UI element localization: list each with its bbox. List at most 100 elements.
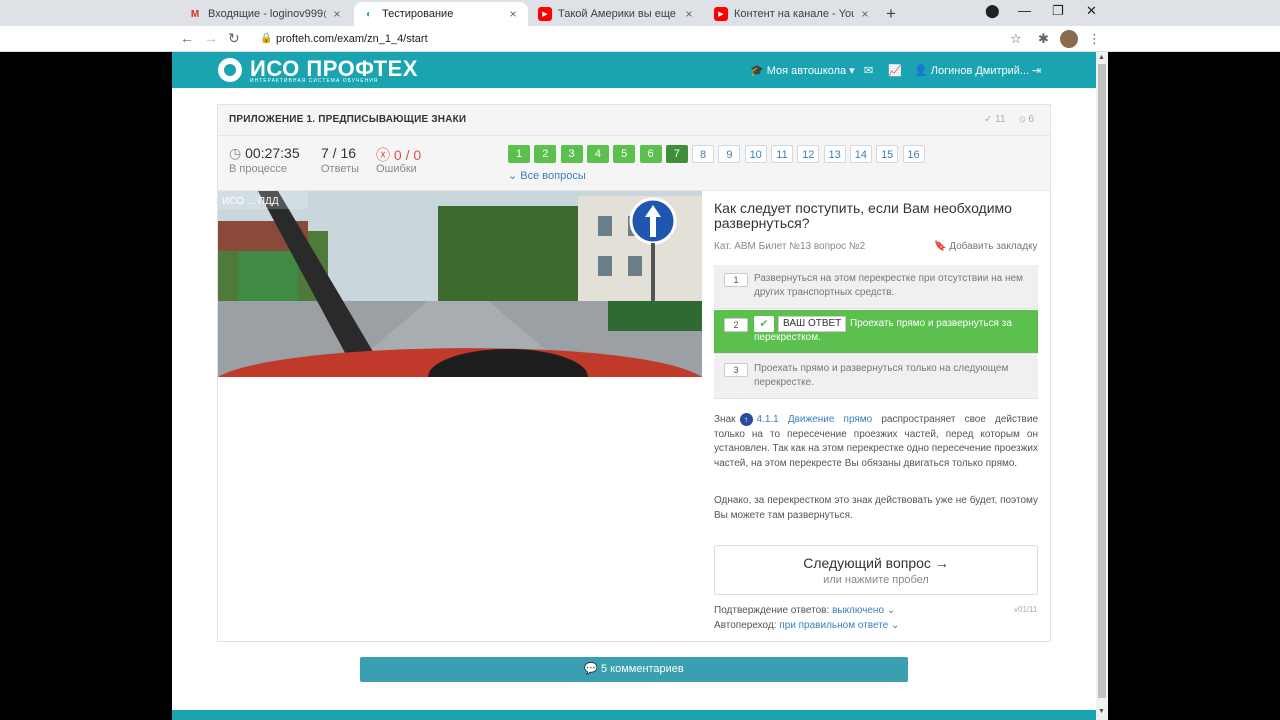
mail-icon[interactable]: ✉ <box>864 64 873 77</box>
site-header: ИСО ПРОФТЕХ ИНТЕРАКТИВНАЯ СИСТЕМА ОБУЧЕН… <box>172 52 1096 88</box>
question-number-3[interactable]: 3 <box>560 145 583 163</box>
confirm-setting: Подтверждение ответов: выключено ⌄ <box>714 605 895 616</box>
close-icon[interactable]: × <box>506 7 520 21</box>
answers-count: 7 / 16 <box>321 145 357 161</box>
url-field[interactable]: 🔒 profteh.com/exam/zn_1_4/start <box>256 30 1032 48</box>
question-number-6[interactable]: 6 <box>639 145 662 163</box>
question-number-2[interactable]: 2 <box>534 145 557 163</box>
back-icon[interactable]: ← <box>180 30 194 46</box>
scrollbar[interactable]: ▲ ▼ <box>1096 52 1108 720</box>
menu-icon[interactable]: ⋮ <box>1088 31 1101 47</box>
question-number-1[interactable]: 1 <box>508 145 530 163</box>
reload-icon[interactable]: ↻ <box>228 30 240 47</box>
question-number-4[interactable]: 4 <box>586 145 609 163</box>
close-window-icon[interactable]: ✕ <box>1086 3 1097 19</box>
site-footer <box>172 710 1096 720</box>
new-tab-button[interactable]: + <box>886 4 896 24</box>
chevron-down-icon: ⌄ <box>891 620 900 631</box>
all-questions-toggle[interactable]: ⌄ Все вопросы <box>508 169 586 182</box>
explanation-prefix: Знак <box>714 414 736 426</box>
comments-button[interactable]: 💬 5 комментариев <box>360 657 908 682</box>
tab-title: Тестирование <box>382 8 454 20</box>
comments-label: 5 комментариев <box>600 663 684 675</box>
tab-gmail[interactable]: M Входящие - loginov999@gmail.c × <box>180 2 352 26</box>
minimize-icon[interactable]: — <box>1018 3 1031 18</box>
maximize-icon[interactable]: ❐ <box>1052 3 1064 19</box>
add-bookmark-button[interactable]: 🔖 Добавить закладку <box>934 241 1038 252</box>
exam-title: ПРИЛОЖЕНИЕ 1. ПРЕДПИСЫВАЮЩИЕ ЗНАКИ <box>229 114 467 125</box>
question-number-7[interactable]: 7 <box>665 145 688 163</box>
skip-count: ⦸ 6 <box>1019 114 1034 125</box>
timer-value: 00:27:35 <box>245 145 300 161</box>
clock-icon: ◷ <box>229 145 242 161</box>
extensions-icon[interactable]: ✱ <box>1038 31 1049 47</box>
question-number-13[interactable]: 13 <box>823 145 846 163</box>
auto-next-dropdown[interactable]: при правильном ответе ⌄ <box>779 620 899 631</box>
timer: ◷ 00:27:35 <box>229 145 300 162</box>
confirm-dropdown[interactable]: выключено ⌄ <box>832 605 895 616</box>
answer-number: 2 <box>724 318 748 332</box>
letterbox-right <box>1108 52 1280 720</box>
sign-link[interactable]: 4.1.1 Движение прямо <box>757 414 873 425</box>
question-photo: ИСО ... ПДД <box>218 191 702 377</box>
lock-icon: 🔒 <box>260 33 273 44</box>
version-label: v01/11 <box>1014 605 1038 614</box>
explanation-paragraph-2: Однако, за перекрестком это знак действо… <box>714 495 1038 521</box>
question-number-9[interactable]: 9 <box>718 145 741 163</box>
question-number-10[interactable]: 10 <box>744 145 767 163</box>
question-number-14[interactable]: 14 <box>849 145 872 163</box>
question-number-8[interactable]: 8 <box>692 145 715 163</box>
answer-option-1[interactable]: 1 Развернуться на этом перекрестке при о… <box>714 265 1038 309</box>
close-icon[interactable]: × <box>330 7 344 21</box>
correct-count-value: 11 <box>995 114 1006 125</box>
straight-arrow-sign-icon: ↑ <box>739 413 753 426</box>
question-text: Как следует поступить, если Вам необходи… <box>714 200 1012 231</box>
nav-user[interactable]: 👤 Логинов Дмитрий... <box>914 64 1029 77</box>
road-scene-image: ИСО ... ПДД <box>218 191 702 377</box>
error-icon: ⓧ <box>376 147 390 163</box>
answer-option-3[interactable]: 3 Проехать прямо и развернуться только н… <box>714 355 1038 399</box>
scroll-up-icon[interactable]: ▲ <box>1098 54 1105 61</box>
confirm-label: Подтверждение ответов: <box>714 605 830 616</box>
close-icon[interactable]: × <box>682 7 696 21</box>
question-number-12[interactable]: 12 <box>797 145 820 163</box>
tab-title: Такой Америки вы еще не види <box>558 8 678 20</box>
forward-icon[interactable]: → <box>204 30 218 46</box>
question-number-16[interactable]: 16 <box>902 145 925 163</box>
tab-search-icon[interactable]: ⬤ <box>985 3 1000 19</box>
nav-my-school-label: Моя автошкола <box>766 65 847 77</box>
close-icon[interactable]: × <box>858 7 872 21</box>
nav-my-school[interactable]: 🎓 Моя автошкола ▾ <box>750 64 855 77</box>
exam-card: ПРИЛОЖЕНИЕ 1. ПРЕДПИСЫВАЮЩИЕ ЗНАКИ ✓ 11 … <box>217 104 1051 642</box>
youtube-studio-icon: ▶ <box>714 7 728 21</box>
divider <box>218 135 1050 136</box>
stats-chart-icon[interactable]: 📈 <box>888 64 902 77</box>
next-question-hint: или нажмите пробел <box>823 574 929 586</box>
page: ИСО ПРОФТЕХ ИНТЕРАКТИВНАЯ СИСТЕМА ОБУЧЕН… <box>172 52 1096 720</box>
star-icon[interactable]: ☆ <box>1010 31 1022 47</box>
logout-icon[interactable]: ⇥ <box>1032 64 1041 77</box>
gmail-icon: M <box>190 8 200 20</box>
answers-label: Ответы <box>321 163 360 175</box>
answer-option-2[interactable]: 2 ✔ ВАШ ОТВЕТ Проехать прямо и развернут… <box>714 310 1038 354</box>
tab-title: Контент на канале - YouTube St <box>734 8 854 20</box>
question-number-15[interactable]: 15 <box>876 145 899 163</box>
exam-card-header: ПРИЛОЖЕНИЕ 1. ПРЕДПИСЫВАЮЩИЕ ЗНАКИ ✓ 11 … <box>218 105 1050 191</box>
tab-youtube-video[interactable]: ▶ Такой Америки вы еще не види × <box>530 2 704 26</box>
scrollbar-thumb[interactable] <box>1098 64 1106 698</box>
auto-next-setting: Автопереход: при правильном ответе ⌄ <box>714 620 899 631</box>
question-number-11[interactable]: 11 <box>771 145 793 163</box>
next-question-button[interactable]: Следующий вопрос → или нажмите пробел <box>714 545 1038 595</box>
next-question-label: Следующий вопрос → <box>803 555 949 571</box>
comments-icon: 💬 <box>584 663 598 675</box>
photo-watermark: ИСО ... ПДД <box>222 196 279 207</box>
answer-number: 1 <box>724 273 748 287</box>
scroll-down-icon[interactable]: ▼ <box>1098 708 1105 715</box>
logo-icon <box>218 58 242 82</box>
question-number-5[interactable]: 5 <box>613 145 636 163</box>
tab-youtube-studio[interactable]: ▶ Контент на канале - YouTube St × <box>706 2 880 26</box>
timer-label: В процессе <box>229 163 287 175</box>
tab-testing[interactable]: ◐ Тестирование × <box>354 2 528 26</box>
profile-avatar[interactable] <box>1060 30 1078 48</box>
add-bookmark-label: Добавить закладку <box>949 241 1038 252</box>
